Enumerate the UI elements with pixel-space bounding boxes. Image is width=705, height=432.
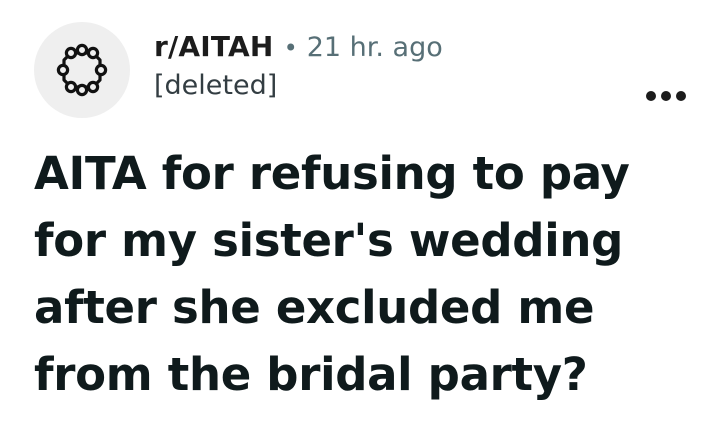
post-card: r/AITAH • 21 hr. ago [deleted] AITA for … <box>0 0 705 432</box>
more-horizontal-icon <box>646 91 686 101</box>
meta-separator: • <box>283 34 298 62</box>
post-author: [deleted] <box>154 70 278 101</box>
post-timestamp: 21 hr. ago <box>306 32 443 63</box>
subreddit-link[interactable]: r/AITAH <box>154 29 274 65</box>
post-meta-line: r/AITAH • 21 hr. ago <box>154 29 443 66</box>
subreddit-avatar[interactable] <box>34 22 130 118</box>
post-meta: r/AITAH • 21 hr. ago [deleted] <box>154 29 443 103</box>
subreddit-ring-icon <box>56 43 108 97</box>
post-header: r/AITAH • 21 hr. ago [deleted] <box>34 22 686 122</box>
post-title[interactable]: AITA for refusing to pay for my sister's… <box>34 140 684 408</box>
overflow-menu-button[interactable] <box>642 82 690 110</box>
